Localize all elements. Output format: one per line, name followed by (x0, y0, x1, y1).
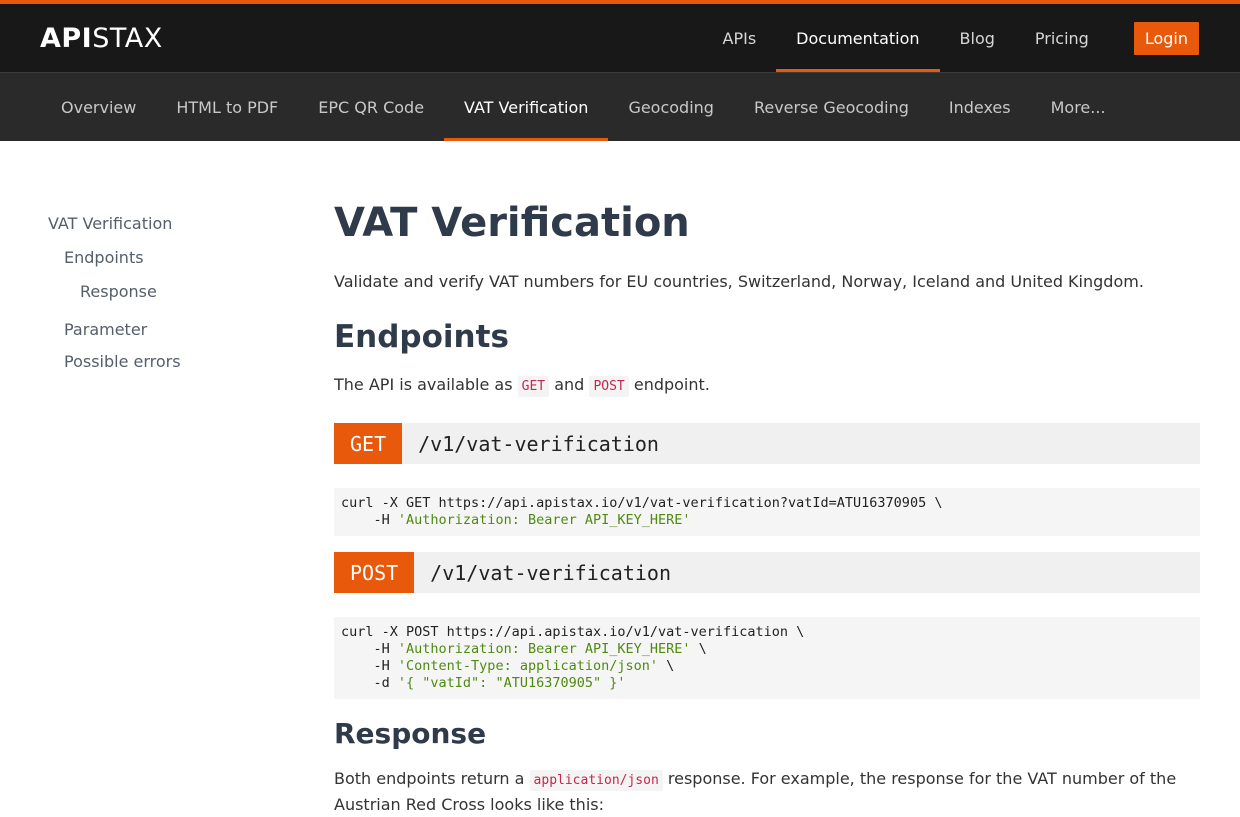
inline-code-get: GET (517, 376, 550, 398)
subnav-more[interactable]: More... (1031, 73, 1126, 141)
logo-stax-text: STAX (92, 22, 163, 54)
page-layout: VAT Verification Endpoints Response Para… (0, 141, 1240, 817)
code-suffix: \ (690, 641, 707, 658)
code-prefix: -H (341, 641, 398, 658)
avail-and: and (554, 375, 585, 395)
inline-code-content-type: application/json (529, 769, 663, 791)
avail-text-2: endpoint. (633, 375, 710, 395)
code-prefix: -H (341, 512, 398, 529)
toc-response[interactable]: Response (48, 282, 334, 301)
post-endpoint-banner: POST /v1/vat-verification (334, 552, 1200, 594)
docs-subnav: Overview HTML to PDF EPC QR Code VAT Ver… (0, 72, 1240, 141)
nav-apis[interactable]: APIs (703, 4, 777, 72)
login-button[interactable]: Login (1133, 21, 1199, 55)
main-nav: APIs Documentation Blog Pricing Login (703, 4, 1199, 72)
code-line: curl -X GET https://api.apistax.io/v1/va… (341, 495, 943, 512)
subnav-epc-qr-code[interactable]: EPC QR Code (298, 73, 444, 141)
nav-documentation[interactable]: Documentation (776, 4, 940, 72)
apistax-logo[interactable]: API STAX (40, 23, 163, 54)
code-string: 'Authorization: Bearer API_KEY_HERE' (397, 512, 691, 529)
code-suffix: \ (658, 658, 675, 675)
toc-possible-errors[interactable]: Possible errors (48, 352, 334, 371)
code-string: '{ "vatId": "ATU16370905" }' (397, 675, 626, 692)
subnav-indexes[interactable]: Indexes (929, 73, 1031, 141)
nav-blog[interactable]: Blog (940, 4, 1015, 72)
get-method-badge: GET (334, 423, 403, 465)
page-title: VAT Verification (334, 200, 690, 246)
page-lead: Validate and verify VAT numbers for EU c… (334, 272, 1144, 291)
subnav-reverse-geocoding[interactable]: Reverse Geocoding (734, 73, 929, 141)
get-endpoint-banner: GET /v1/vat-verification (334, 423, 1200, 465)
code-prefix: -d (341, 675, 398, 692)
post-code-block[interactable]: curl -X POST https://api.apistax.io/v1/v… (334, 617, 1200, 700)
availability-text: The API is available as GET and POST end… (334, 373, 1200, 399)
avail-text-1: The API is available as (334, 375, 513, 395)
code-string: 'Content-Type: application/json' (397, 658, 658, 675)
nav-pricing[interactable]: Pricing (1015, 4, 1109, 72)
code-line: curl -X POST https://api.apistax.io/v1/v… (341, 624, 805, 641)
toc-endpoints[interactable]: Endpoints (48, 248, 334, 267)
toc-vat-verification[interactable]: VAT Verification (48, 214, 334, 233)
response-heading: Response (334, 717, 487, 751)
response-text: Both endpoints return a application/json… (334, 767, 1200, 817)
subnav-html-to-pdf[interactable]: HTML to PDF (156, 73, 298, 141)
code-prefix: -H (341, 658, 398, 675)
inline-code-post: POST (589, 376, 629, 398)
code-string: 'Authorization: Bearer API_KEY_HERE' (397, 641, 691, 658)
post-endpoint-path: /v1/vat-verification (430, 560, 671, 585)
get-code-block[interactable]: curl -X GET https://api.apistax.io/v1/va… (334, 488, 1200, 537)
subnav-overview[interactable]: Overview (41, 73, 156, 141)
subnav-geocoding[interactable]: Geocoding (608, 73, 734, 141)
table-of-contents: VAT Verification Endpoints Response Para… (0, 141, 334, 817)
top-navigation-bar: API STAX APIs Documentation Blog Pricing … (0, 4, 1240, 72)
subnav-vat-verification[interactable]: VAT Verification (444, 73, 609, 141)
post-method-badge: POST (334, 552, 415, 594)
get-endpoint-path: /v1/vat-verification (418, 431, 659, 456)
logo-api-text: API (40, 22, 93, 54)
toc-parameter[interactable]: Parameter (48, 320, 334, 339)
endpoints-heading: Endpoints (334, 319, 509, 355)
main-content: VAT Verification Validate and verify VAT… (334, 141, 1200, 817)
response-text-1: Both endpoints return a (334, 768, 525, 788)
